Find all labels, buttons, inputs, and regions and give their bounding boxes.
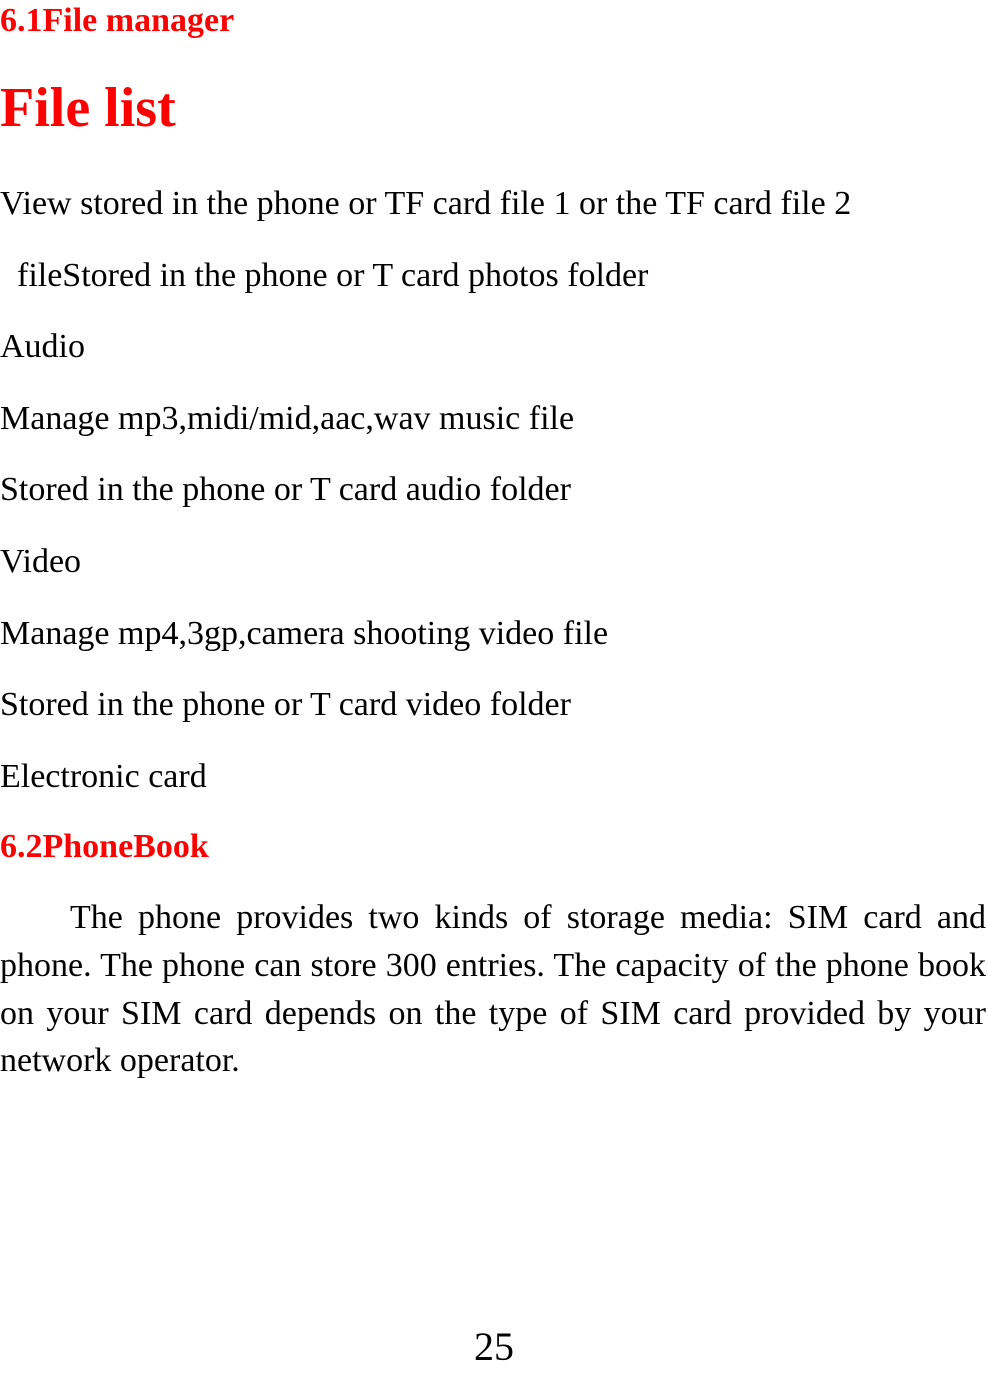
paragraph: View stored in the phone or TF card file… [0,180,986,228]
section-header-file-manager: 6.1File manager [0,2,986,40]
paragraph: Electronic card [0,753,986,801]
title-file-list: File list [0,76,986,140]
paragraph: Stored in the phone or T card video fold… [0,681,986,729]
paragraph: Manage mp4,3gp,camera shooting video fil… [0,610,986,658]
paragraph: fileStored in the phone or T card photos… [0,252,986,300]
paragraph: Audio [0,323,986,371]
paragraph: Stored in the phone or T card audio fold… [0,466,986,514]
paragraph: Video [0,538,986,586]
page-number: 25 [0,1323,988,1370]
paragraph: Manage mp3,midi/mid,aac,wav music file [0,395,986,443]
paragraph: The phone provides two kinds of storage … [0,894,986,1084]
section-header-phonebook: 6.2PhoneBook [0,828,986,866]
